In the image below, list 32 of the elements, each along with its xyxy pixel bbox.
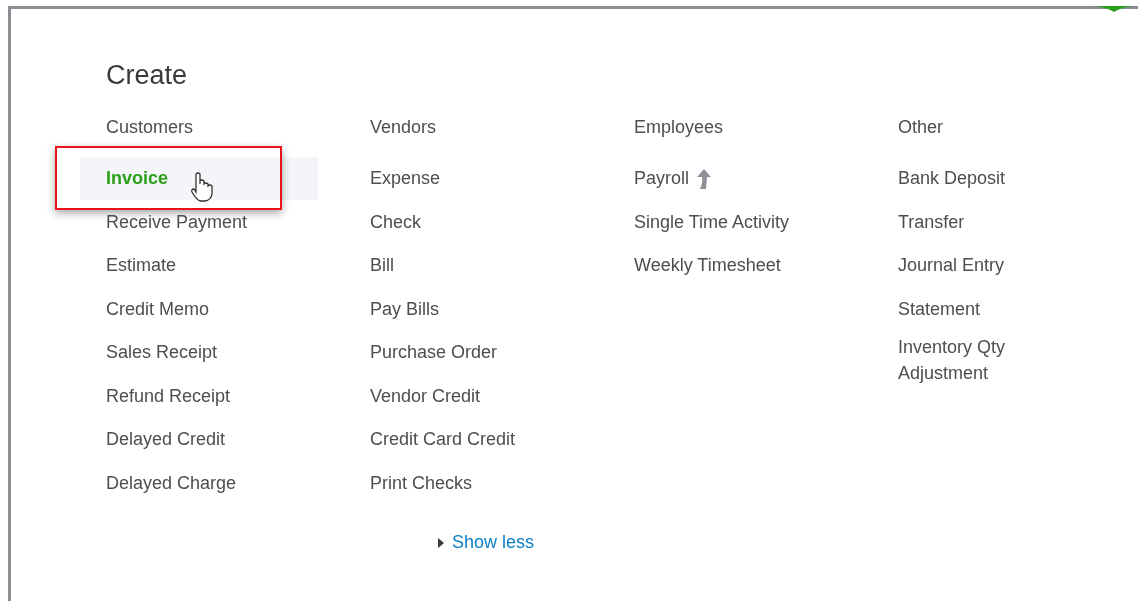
menu-link[interactable]: Statement	[872, 287, 1110, 331]
column-heading: Customers	[106, 116, 195, 139]
menu-link[interactable]: Delayed Charge	[80, 461, 318, 505]
menu-link[interactable]: Bill	[344, 244, 582, 287]
show-less-link[interactable]: Show less	[437, 530, 534, 555]
menu-link[interactable]: Pay Bills	[344, 287, 582, 331]
arrow-up-icon	[697, 168, 712, 189]
menu-link[interactable]: Refund Receipt	[80, 374, 318, 418]
menu-link[interactable]: Receive Payment	[80, 200, 318, 244]
menu-link[interactable]: Bank Deposit	[872, 157, 1110, 200]
menu-link[interactable]: Inventory Qty Adjustment	[872, 331, 1048, 386]
column-heading: Other	[898, 116, 945, 139]
menu-link[interactable]: Journal Entry	[872, 244, 1110, 287]
panel-title: Create	[106, 59, 189, 92]
menu-link[interactable]: Check	[344, 200, 582, 244]
menu-link[interactable]: Credit Card Credit	[344, 418, 582, 461]
menu-link[interactable]: Credit Memo	[80, 287, 318, 331]
menu-link[interactable]: Purchase Order	[344, 331, 582, 374]
menu-link[interactable]: Expense	[344, 157, 582, 200]
hand-pointer-icon	[190, 172, 214, 202]
menu-link[interactable]: Payroll	[608, 157, 846, 200]
column-heading: Vendors	[370, 116, 438, 139]
menu-link[interactable]: Estimate	[80, 244, 318, 287]
menu-link[interactable]: Sales Receipt	[80, 331, 318, 374]
menu-link[interactable]: Single Time Activity	[608, 200, 846, 244]
menu-link[interactable]: Vendor Credit	[344, 374, 582, 418]
column-heading: Employees	[634, 116, 725, 139]
menu-link[interactable]: Weekly Timesheet	[608, 244, 846, 287]
menu-link[interactable]: Transfer	[872, 200, 1110, 244]
menu-link[interactable]: Print Checks	[344, 461, 582, 505]
menu-link[interactable]: Delayed Credit	[80, 418, 318, 461]
triangle-right-icon	[437, 537, 444, 548]
